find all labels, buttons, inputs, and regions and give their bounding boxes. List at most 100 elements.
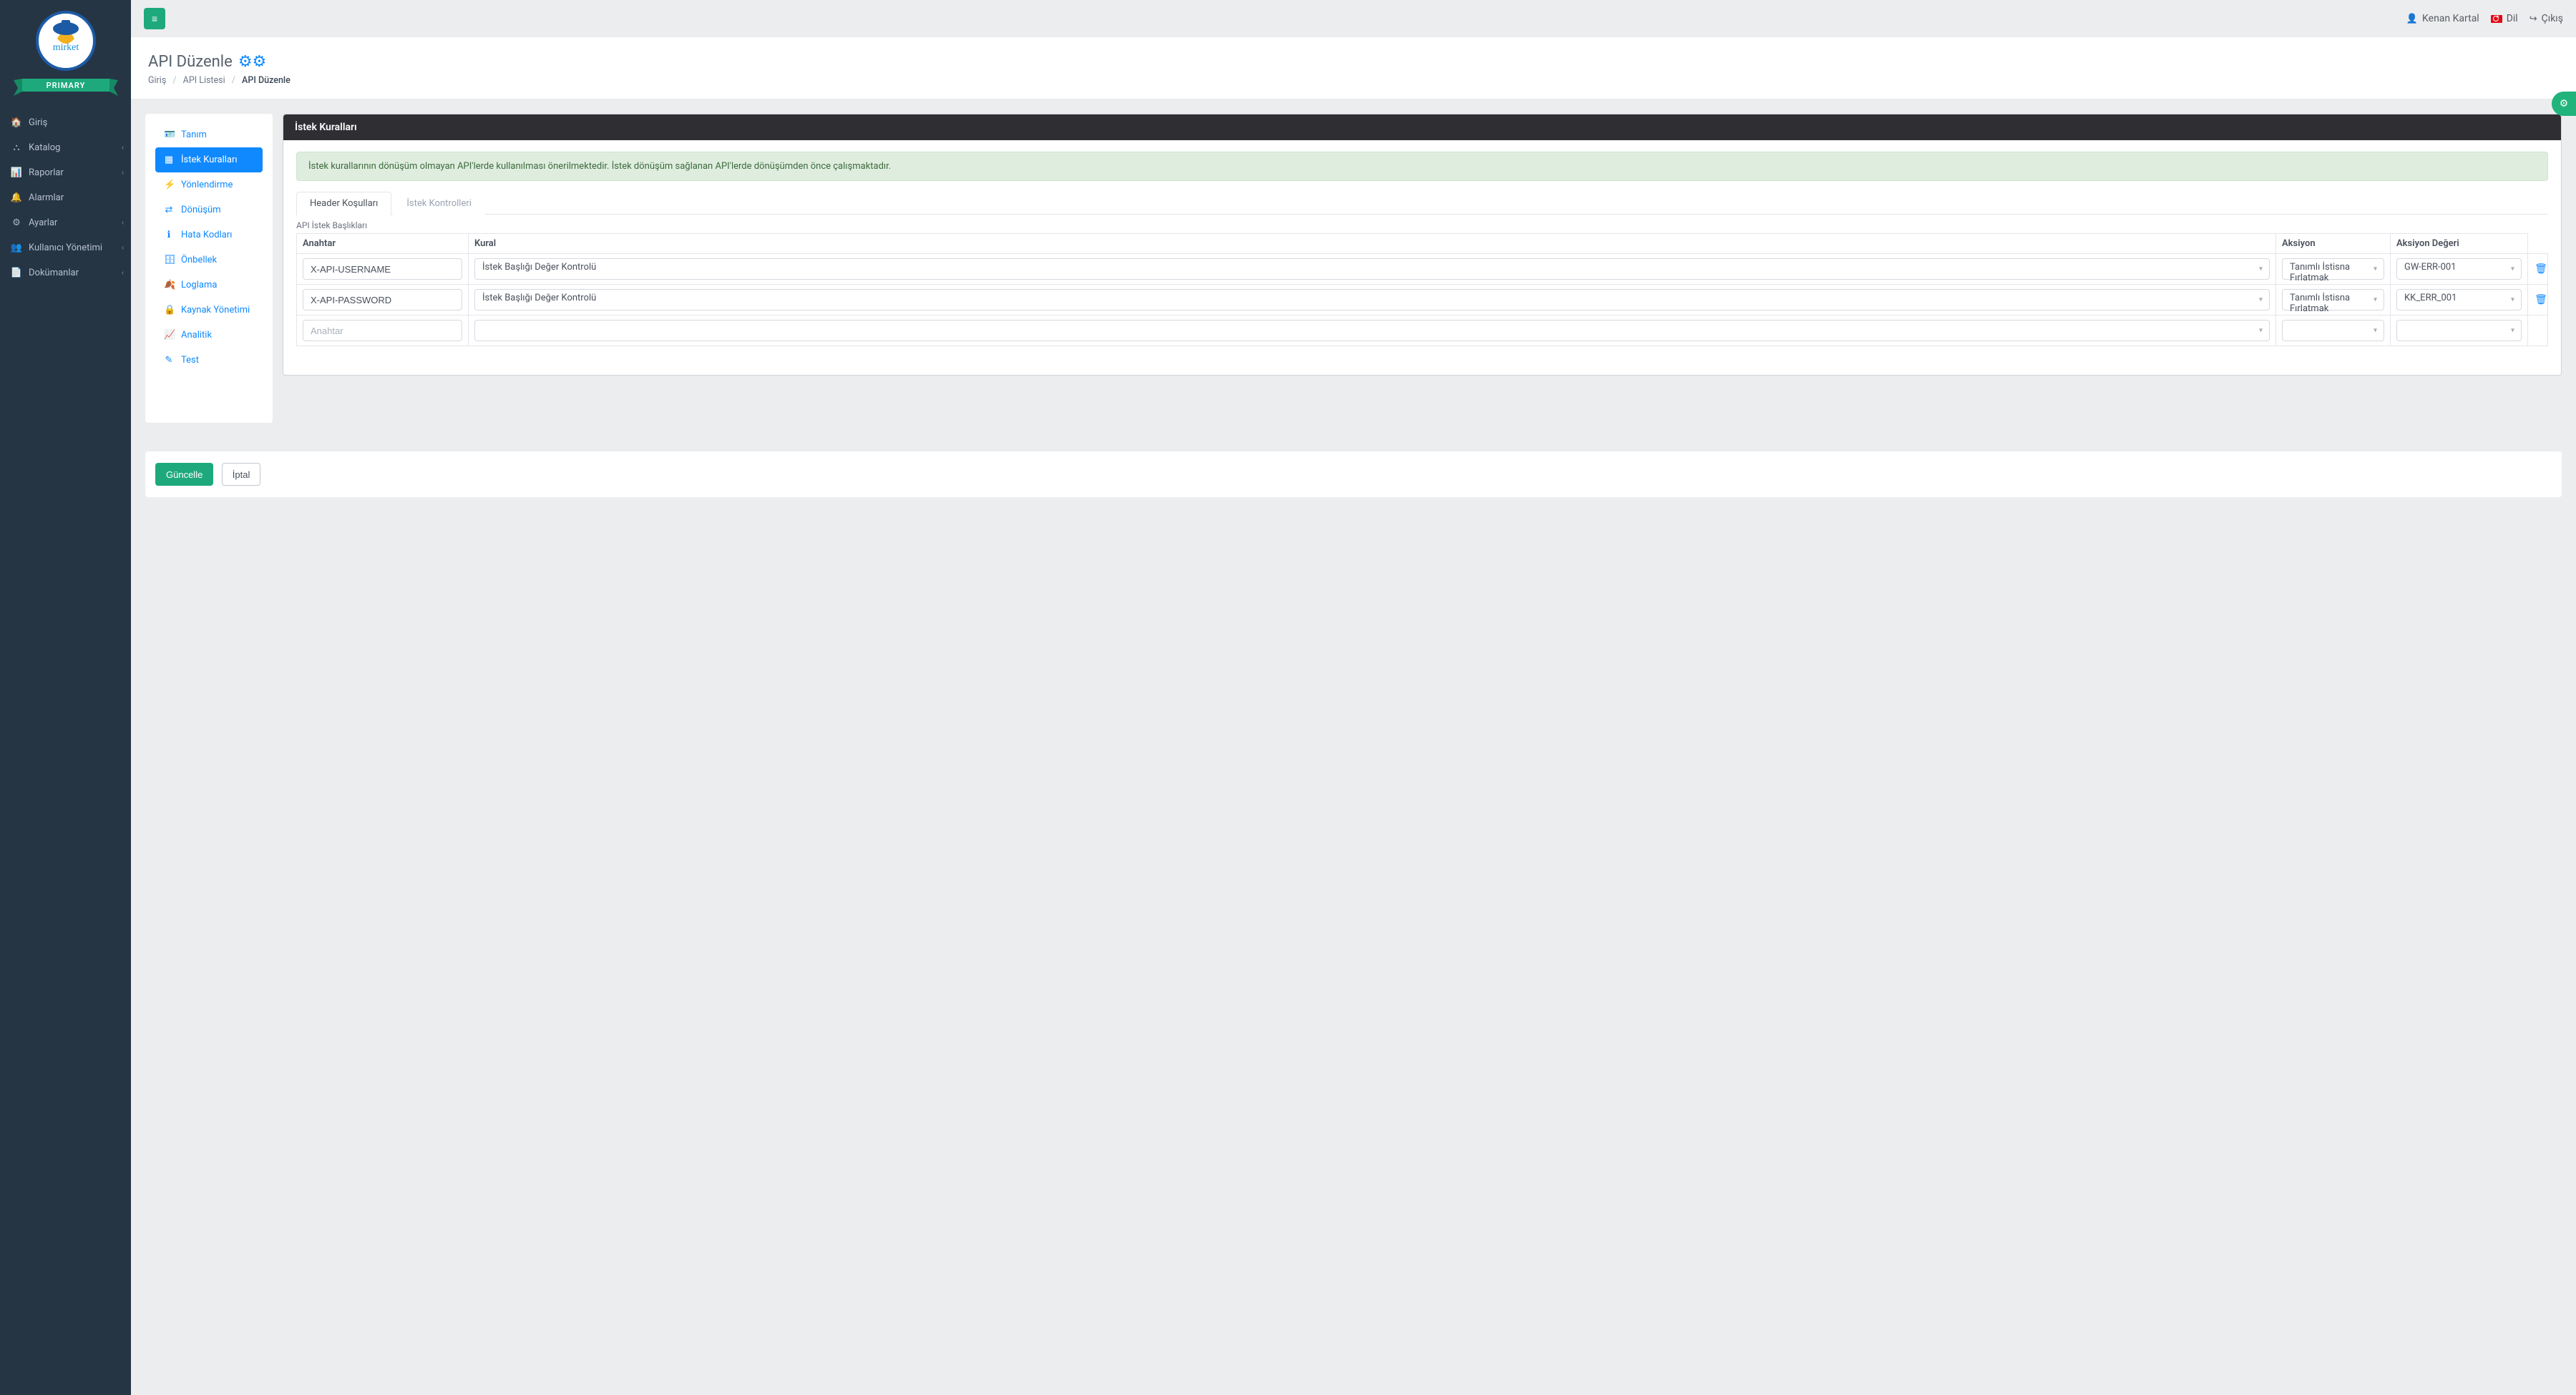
page-title-text: API Düzenle <box>148 53 233 71</box>
sidebar-nav: 🏠 Giriş ⛬ Katalog ‹ 📊 Raporlar ‹ 🔔 Alarm… <box>0 110 131 285</box>
language-selector[interactable]: Dil <box>2491 13 2518 24</box>
breadcrumb-list[interactable]: API Listesi <box>183 75 225 86</box>
sidebar-item-label: Raporlar <box>29 167 64 178</box>
table-subtitle: API İstek Başlıkları <box>296 220 2548 230</box>
sidebar-item-label: Giriş <box>29 117 47 128</box>
section-tab-label: Tanım <box>181 129 207 140</box>
action-select[interactable] <box>2282 320 2384 341</box>
delete-row-button[interactable]: 🗑 <box>2534 263 2548 275</box>
sidebar-item-alarms[interactable]: 🔔 Alarmlar <box>0 185 131 210</box>
section-tab-resources[interactable]: 🔒 Kaynak Yönetimi <box>155 298 263 323</box>
save-button[interactable]: Güncelle <box>155 463 213 486</box>
rules-tabs: Header Koşulları İstek Kontrolleri <box>296 191 2548 215</box>
main-area: ≡ 👤 Kenan Kartal Dil ↪ Çıkış API Düzenle… <box>131 0 2576 1395</box>
sidebar-item-reports[interactable]: 📊 Raporlar ‹ <box>0 160 131 185</box>
key-input[interactable] <box>303 289 462 310</box>
key-input[interactable] <box>303 258 462 280</box>
gear-icon: ⚙ <box>2560 98 2569 109</box>
section-tab-label: İstek Kuralları <box>181 155 238 165</box>
section-nav: 🪪 Tanım ▦ İstek Kuralları ⚡ Yönlendirme … <box>145 122 273 373</box>
section-tab-label: Loglama <box>181 280 217 290</box>
logout-button[interactable]: ↪ Çıkış <box>2529 13 2563 24</box>
bolt-icon: ⚡ <box>164 180 174 190</box>
action-select[interactable]: Tanımlı İstisna Fırlatmak <box>2282 289 2384 310</box>
sidebar-item-catalog[interactable]: ⛬ Katalog ‹ <box>0 135 131 160</box>
panel-title: İstek Kuralları <box>283 114 2561 140</box>
section-tab-routing[interactable]: ⚡ Yönlendirme <box>155 172 263 197</box>
section-tab-transform[interactable]: ⇄ Dönüşüm <box>155 197 263 222</box>
table-row: İstek Başlığı Değer Kontrolü Tanımlı İst… <box>297 285 2548 315</box>
lock-icon: 🔒 <box>164 305 174 315</box>
section-tab-label: Yönlendirme <box>181 180 233 190</box>
header-rules-table: Anahtar Kural Aksiyon Aksiyon Değeri İst… <box>296 233 2548 346</box>
trash-icon: 🗑 <box>2534 294 2547 305</box>
flag-tr-icon <box>2491 15 2502 23</box>
language-label: Dil <box>2507 13 2518 24</box>
rule-select[interactable]: İstek Başlığı Değer Kontrolü <box>474 258 2270 280</box>
content-wrap: 🪪 Tanım ▦ İstek Kuralları ⚡ Yönlendirme … <box>131 99 2576 440</box>
section-tab-request-rules[interactable]: ▦ İstek Kuralları <box>155 147 263 172</box>
key-input[interactable] <box>303 320 462 341</box>
brand-logo: mirket PRIMARY <box>0 0 131 103</box>
rule-select[interactable]: İstek Başlığı Değer Kontrolü <box>474 289 2270 310</box>
trash-icon: 🗑 <box>2534 263 2547 275</box>
theme-settings-tab[interactable]: ⚙ <box>2552 92 2576 116</box>
database-icon: 🗄 <box>164 255 174 265</box>
id-card-icon: 🪪 <box>164 129 174 140</box>
breadcrumb-separator: / <box>172 75 176 86</box>
chevron-left-icon: ‹ <box>122 144 124 152</box>
app-sidebar: mirket PRIMARY 🏠 Giriş ⛬ Katalog ‹ 📊 Rap… <box>0 0 131 1395</box>
topbar-right: 👤 Kenan Kartal Dil ↪ Çıkış <box>2406 13 2563 24</box>
chart-line-icon: 📈 <box>164 330 174 341</box>
section-tab-label: Hata Kodları <box>181 230 232 240</box>
breadcrumb: Giriş / API Listesi / API Düzenle <box>148 75 2559 86</box>
svg-text:mirket: mirket <box>52 42 79 53</box>
th-action-value: Aksiyon Değeri <box>2391 234 2528 254</box>
section-tab-definition[interactable]: 🪪 Tanım <box>155 122 263 147</box>
action-value-select[interactable]: KK_ERR_001 <box>2396 289 2522 310</box>
sidebar-item-home[interactable]: 🏠 Giriş <box>0 110 131 135</box>
exchange-icon: ⇄ <box>164 205 174 215</box>
sidebar-item-settings[interactable]: ⚙ Ayarlar ‹ <box>0 210 131 235</box>
section-tab-analytics[interactable]: 📈 Analitik <box>155 323 263 348</box>
tab-request-checks[interactable]: İstek Kontrolleri <box>393 192 485 215</box>
user-menu[interactable]: 👤 Kenan Kartal <box>2406 13 2479 24</box>
leaf-icon: 🍂 <box>164 280 174 290</box>
gears-icon: ⚙⚙ <box>238 53 266 71</box>
action-select[interactable]: Tanımlı İstisna Fırlatmak <box>2282 258 2384 280</box>
breadcrumb-separator: / <box>232 75 235 86</box>
sidebar-item-label: Ayarlar <box>29 217 57 228</box>
action-value-select[interactable] <box>2396 320 2522 341</box>
logout-label: Çıkış <box>2542 13 2563 24</box>
section-tab-label: Test <box>181 355 199 366</box>
chevron-left-icon: ‹ <box>122 269 124 277</box>
th-key: Anahtar <box>297 234 469 254</box>
menu-toggle-button[interactable]: ≡ <box>144 8 165 29</box>
breadcrumb-home[interactable]: Giriş <box>148 75 166 86</box>
sidebar-item-label: Alarmlar <box>29 192 64 203</box>
delete-row-button[interactable]: 🗑 <box>2534 294 2548 305</box>
th-action: Aksiyon <box>2276 234 2391 254</box>
sidebar-item-label: Dokümanlar <box>29 268 79 278</box>
cancel-button[interactable]: İptal <box>222 463 261 486</box>
th-delete <box>2528 234 2548 254</box>
section-tab-error-codes[interactable]: ℹ Hata Kodları <box>155 222 263 248</box>
filter-icon: ▦ <box>164 155 174 165</box>
sidebar-item-docs[interactable]: 📄 Dokümanlar ‹ <box>0 260 131 285</box>
brand-ribbon-icon: PRIMARY <box>12 76 119 99</box>
chevron-left-icon: ‹ <box>122 244 124 252</box>
home-icon: 🏠 <box>10 117 23 128</box>
info-icon: ℹ <box>164 230 174 240</box>
hamburger-icon: ≡ <box>152 13 157 25</box>
brand-badge-text: PRIMARY <box>46 81 85 90</box>
users-icon: 👥 <box>10 243 23 253</box>
action-value-select[interactable]: GW-ERR-001 <box>2396 258 2522 280</box>
topbar: ≡ 👤 Kenan Kartal Dil ↪ Çıkış <box>131 0 2576 37</box>
rule-select[interactable] <box>474 320 2270 341</box>
section-tab-cache[interactable]: 🗄 Önbellek <box>155 248 263 273</box>
sidebar-item-users[interactable]: 👥 Kullanıcı Yönetimi ‹ <box>0 235 131 260</box>
section-tab-test[interactable]: ✎ Test <box>155 348 263 373</box>
tab-header-conditions[interactable]: Header Koşulları <box>296 192 391 215</box>
logo-icon: mirket <box>31 7 100 76</box>
section-tab-logging[interactable]: 🍂 Loglama <box>155 273 263 298</box>
